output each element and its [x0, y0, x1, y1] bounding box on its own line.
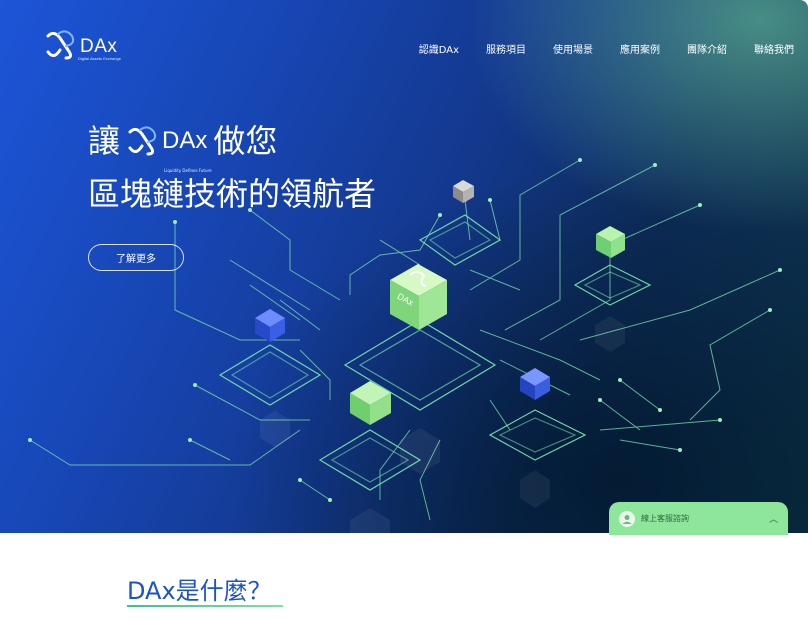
learn-more-button[interactable]: 了解更多	[88, 244, 184, 271]
headline-suffix: 做您	[213, 122, 278, 160]
dax-logo-icon	[128, 126, 157, 156]
nav-item-about[interactable]: 認識DAx	[419, 41, 459, 56]
nav-item-scenarios[interactable]: 使用場景	[553, 41, 593, 56]
support-agent-icon	[619, 510, 635, 527]
hero-banner: DAx DAx Digital Assets Exchange 認識DAx 服務…	[0, 0, 808, 533]
about-section-title: DAx是什麼？	[127, 577, 272, 605]
chat-widget-label: 線上客服諮詢	[641, 514, 689, 523]
hero-headline-line1: 讓 DAx Liquidity Defines Future 做您	[88, 122, 278, 173]
inline-brand-logo: DAx Liquidity Defines Future	[126, 122, 212, 173]
nav-item-team[interactable]: 團隊介紹	[687, 41, 727, 56]
chat-widget[interactable]: 線上客服諮詢 ︿	[609, 502, 788, 535]
brand-name: DAx	[80, 36, 118, 57]
page: DAx DAx Digital Assets Exchange 認識DAx 服務…	[0, 0, 808, 630]
brand-tagline: Digital Assets Exchange	[78, 56, 121, 61]
chevron-up-icon[interactable]: ︿	[769, 512, 778, 525]
title-underline	[127, 605, 283, 607]
hero-headline-line2: 區塊鏈技術的領航者	[88, 175, 377, 213]
dax-logo-icon	[46, 30, 75, 60]
main-nav: 認識DAx 服務項目 使用場景 應用案例 團隊介紹 聯絡我們	[392, 41, 794, 56]
grey-cube	[453, 180, 474, 203]
headline-prefix: 讓	[88, 122, 121, 160]
nav-item-services[interactable]: 服務項目	[486, 41, 526, 56]
nav-item-cases[interactable]: 應用案例	[620, 41, 660, 56]
nav-item-contact[interactable]: 聯絡我們	[754, 41, 794, 56]
brand-logo[interactable]: DAx Digital Assets Exchange	[44, 30, 121, 61]
